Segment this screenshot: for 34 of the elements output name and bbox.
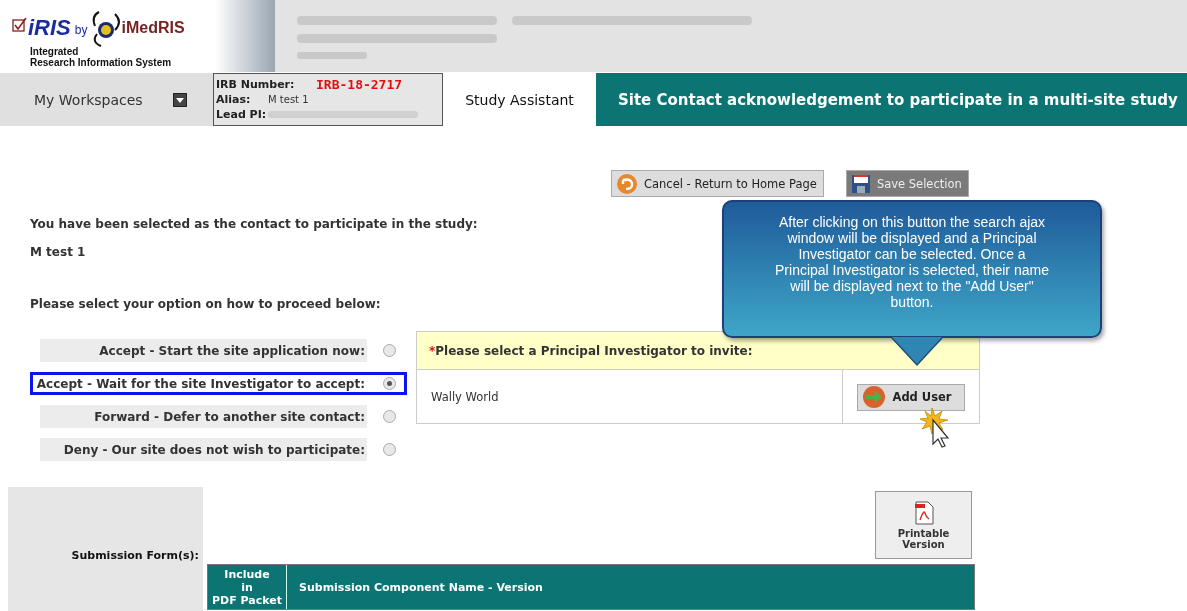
pi-name: Wally World [417,370,843,424]
submission-label: Submission Form(s): [8,487,203,611]
return-icon [616,172,638,195]
workspaces-menu[interactable]: My Workspaces [0,73,213,126]
logo-text: by [74,23,88,37]
checkbox-icon [12,17,28,33]
dropdown-icon [173,92,187,107]
field-label: Alias: [216,93,252,106]
column-header: Submission Component Name - Version [298,579,543,596]
intro-text: You have been selected as the contact to participate in the study: [30,217,478,231]
pdf-icon [913,500,934,525]
study-name: M test 1 [30,245,86,259]
printable-version-button[interactable]: Printable Version [875,491,972,559]
radio-button[interactable] [383,344,396,357]
tooltip-pointer [891,337,943,367]
logo-subtitle: Research Information System [29,57,173,68]
header-gradient [215,0,275,72]
cancel-button[interactable]: Cancel - Return to Home Page [611,170,824,197]
column-header: Include in PDF Packet [208,565,287,609]
radio-button[interactable] [383,377,396,390]
radio-button[interactable] [383,443,396,456]
irb-number: IRB-18-2717 [316,77,403,92]
radio-button[interactable] [383,410,396,423]
page-title: Site Contact acknowledgement to participate in a multi-site study [596,73,1187,126]
prompt-text: Please select your option on how to proceed below: [30,297,381,311]
alias-value: M test 1 [268,94,309,105]
field-label: IRB Number: [216,78,296,91]
tooltip-callout: After clicking on this button the search ajax window will be displayed and a Principal Investigator can be selected. Once a Principal Investigator is selected, their name will be displayed next to the "Add User" button. [722,200,1102,338]
option-row[interactable]: Accept - Wait for the site Investigator to accept: [30,372,407,395]
logo-text: iMedRIS [121,19,185,37]
logo-subtitle: Integrated [29,46,79,57]
add-user-button[interactable]: Add User [857,383,965,411]
logo-text: iRIS [28,15,71,41]
field-label: Lead PI: [216,108,268,121]
